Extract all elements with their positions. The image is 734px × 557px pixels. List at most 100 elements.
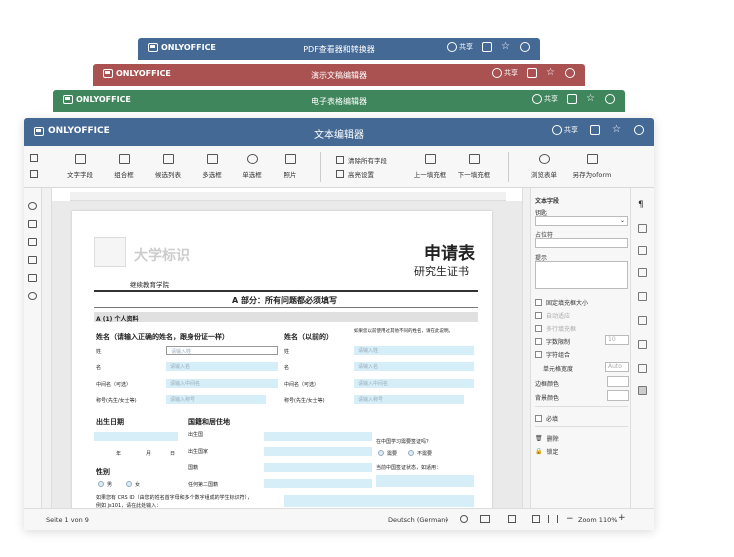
star-icon[interactable]: ☆ bbox=[612, 125, 622, 135]
next-field-button[interactable]: 下一填充框 bbox=[454, 154, 494, 179]
vertical-scrollbar[interactable] bbox=[522, 188, 530, 508]
visa-status-input[interactable] bbox=[376, 475, 474, 487]
given-name-input[interactable]: 请输入名 bbox=[166, 362, 278, 371]
document-editor-window: ONLYOFFICE 文本编辑器 共享 ☆ 文字字段 组合框 候选列表 多选框 … bbox=[24, 118, 654, 530]
share-button[interactable]: 共享 bbox=[447, 42, 473, 52]
fit-width-icon[interactable] bbox=[548, 515, 558, 523]
document-page[interactable]: 大学标识 申请表 研究生证书 继续教育学院 A 部分：所有问题都必须填写 A (… bbox=[72, 211, 492, 521]
header-footer-icon[interactable] bbox=[638, 268, 647, 277]
border-color-picker[interactable] bbox=[607, 376, 629, 387]
placeholder-input[interactable] bbox=[535, 238, 628, 248]
mail-merge-icon[interactable] bbox=[638, 364, 647, 373]
university-logo-placeholder[interactable] bbox=[94, 237, 126, 267]
chart-icon[interactable] bbox=[638, 316, 647, 325]
zoom-out-icon[interactable]: − bbox=[566, 514, 574, 524]
search-icon[interactable] bbox=[605, 94, 615, 104]
navigation-icon[interactable] bbox=[28, 256, 37, 264]
image-button[interactable]: 照片 bbox=[270, 154, 310, 179]
date-of-birth-input[interactable] bbox=[94, 432, 178, 441]
form-settings-icon[interactable] bbox=[638, 386, 647, 395]
nation-input[interactable] bbox=[264, 463, 372, 472]
tip-textarea[interactable] bbox=[535, 261, 628, 289]
page-count[interactable]: Seite 1 von 9 bbox=[46, 516, 89, 524]
star-icon[interactable]: ☆ bbox=[501, 42, 511, 52]
char-limit-checkbox[interactable]: 字数限制 bbox=[535, 337, 570, 346]
search-icon[interactable] bbox=[28, 202, 37, 210]
checkbox-button[interactable]: 多选框 bbox=[192, 154, 232, 179]
birth-country-input[interactable] bbox=[264, 432, 372, 441]
document-window-titlebar[interactable]: ONLYOFFICE 文本编辑器 共享 ☆ bbox=[24, 118, 654, 146]
info-icon[interactable] bbox=[28, 292, 37, 300]
open-location-icon[interactable] bbox=[567, 94, 577, 104]
text-field-button[interactable]: 文字字段 bbox=[60, 154, 100, 179]
copy-icon[interactable] bbox=[30, 154, 38, 162]
chat-icon[interactable] bbox=[28, 238, 37, 246]
male-radio[interactable] bbox=[98, 481, 104, 487]
autofit-checkbox[interactable]: 自动适应 bbox=[535, 311, 570, 320]
fit-page-icon[interactable] bbox=[532, 515, 540, 523]
track-changes-icon[interactable] bbox=[508, 515, 516, 523]
image-icon[interactable] bbox=[638, 246, 647, 255]
paste-icon[interactable] bbox=[30, 170, 38, 178]
crs-id-input[interactable] bbox=[284, 495, 474, 507]
previous-given-name-input[interactable]: 请输入名 bbox=[354, 362, 474, 371]
open-location-icon[interactable] bbox=[590, 125, 600, 135]
shape-icon[interactable] bbox=[638, 292, 647, 301]
middle-name-input[interactable]: 请输入中间名 bbox=[166, 379, 278, 388]
paragraph-icon[interactable]: ¶ bbox=[638, 200, 647, 210]
pdf-window-titlebar[interactable]: ONLYOFFICE PDF查看器和转换器 共享 ☆ bbox=[138, 38, 540, 60]
title-input[interactable]: 请输入称号 bbox=[166, 395, 266, 404]
zoom-level[interactable]: Zoom 110% bbox=[578, 516, 617, 524]
vertical-ruler[interactable] bbox=[42, 188, 52, 508]
highlight-settings-button[interactable]: 高亮设置 bbox=[336, 169, 374, 179]
share-button[interactable]: 共享 bbox=[552, 125, 578, 135]
lock-button[interactable]: 🔒 锁定 bbox=[535, 447, 559, 456]
clear-fields-button[interactable]: 清除所有字段 bbox=[336, 155, 387, 165]
comb-checkbox[interactable]: 字符组合 bbox=[535, 350, 570, 359]
cell-width-input[interactable]: Auto bbox=[605, 362, 629, 372]
birth-region-input[interactable] bbox=[264, 447, 372, 456]
previous-field-button[interactable]: 上一填充框 bbox=[410, 154, 450, 179]
char-limit-input[interactable]: 10 bbox=[605, 335, 629, 345]
share-button[interactable]: 共享 bbox=[532, 94, 558, 104]
zoom-in-icon[interactable]: + bbox=[618, 513, 626, 523]
key-select[interactable]: ⌄ bbox=[535, 216, 628, 226]
surname-input[interactable]: 请输入姓 bbox=[166, 346, 278, 355]
visa-no-radio[interactable] bbox=[408, 450, 414, 456]
background-color-picker[interactable] bbox=[607, 390, 629, 401]
delete-button[interactable]: 🗑 删除 bbox=[535, 434, 559, 443]
section-header bbox=[94, 312, 478, 322]
table-icon[interactable] bbox=[638, 224, 647, 233]
combo-box-button[interactable]: 组合框 bbox=[104, 154, 144, 179]
audio-icon[interactable] bbox=[28, 274, 37, 282]
search-icon[interactable] bbox=[634, 125, 644, 135]
star-icon[interactable]: ☆ bbox=[546, 68, 556, 78]
previous-surname-input[interactable]: 请输入姓 bbox=[354, 346, 474, 355]
required-checkbox[interactable]: 必填 bbox=[535, 414, 558, 423]
search-icon[interactable] bbox=[520, 42, 530, 52]
spellcheck-icon[interactable] bbox=[480, 515, 490, 523]
multiline-checkbox[interactable]: 多行填充框 bbox=[535, 324, 576, 333]
open-location-icon[interactable] bbox=[482, 42, 492, 52]
horizontal-ruler[interactable] bbox=[70, 192, 506, 201]
star-icon[interactable]: ☆ bbox=[586, 94, 596, 104]
language-select[interactable]: Deutsch (German) bbox=[388, 516, 448, 524]
previous-middle-name-input[interactable]: 请输入中间名 bbox=[354, 379, 474, 388]
share-button[interactable]: 共享 bbox=[492, 68, 518, 78]
dropdown-list-button[interactable]: 候选列表 bbox=[148, 154, 188, 179]
radio-button-button[interactable]: 单选框 bbox=[232, 154, 272, 179]
open-location-icon[interactable] bbox=[527, 68, 537, 78]
fixed-size-checkbox[interactable]: 固定填充框大小 bbox=[535, 298, 588, 307]
text-art-icon[interactable] bbox=[638, 340, 647, 349]
presentation-window-titlebar[interactable]: ONLYOFFICE 演示文稿编辑器 共享 ☆ bbox=[93, 64, 585, 86]
previous-title-input[interactable]: 请输入称号 bbox=[354, 395, 464, 404]
search-icon[interactable] bbox=[565, 68, 575, 78]
second-nationality-input[interactable] bbox=[264, 479, 372, 488]
spreadsheet-window-titlebar[interactable]: ONLYOFFICE 电子表格编辑器 共享 ☆ bbox=[53, 90, 625, 112]
save-as-oform-button[interactable]: 另存为oform bbox=[572, 154, 612, 179]
view-form-button[interactable]: 浏览表单 bbox=[524, 154, 564, 179]
comments-icon[interactable] bbox=[28, 220, 37, 228]
female-radio[interactable] bbox=[126, 481, 132, 487]
visa-yes-radio[interactable] bbox=[378, 450, 384, 456]
globe-icon[interactable] bbox=[460, 515, 468, 523]
